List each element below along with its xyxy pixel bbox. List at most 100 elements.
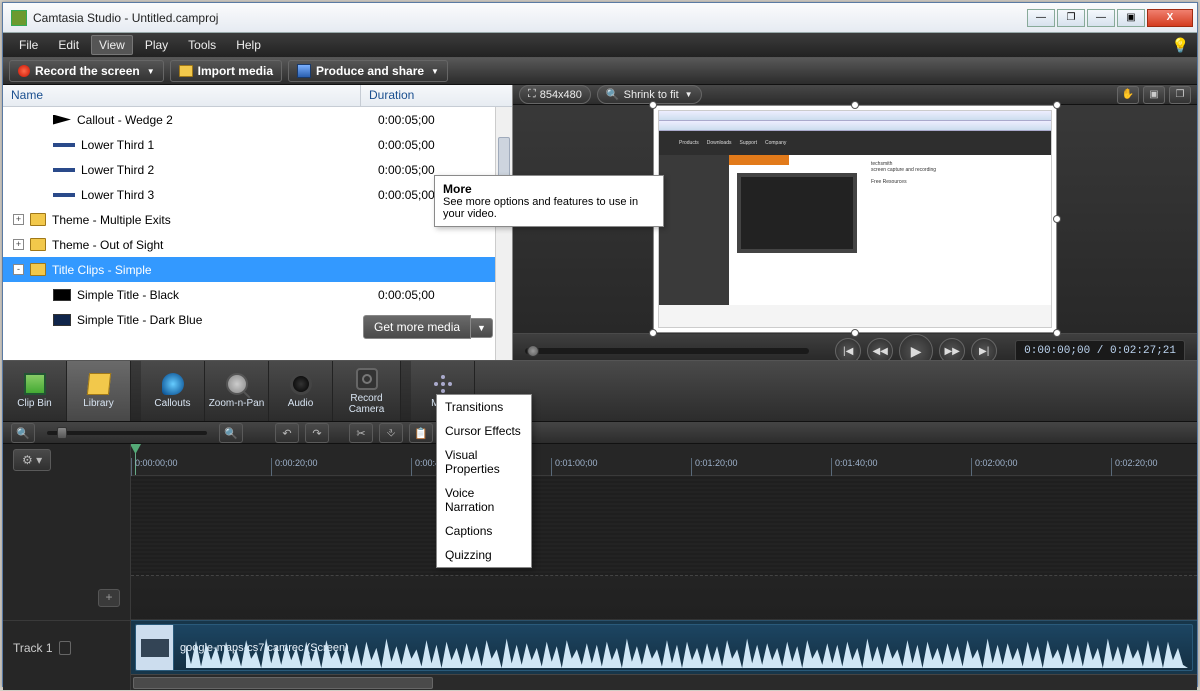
track-row[interactable]: [131, 576, 1197, 620]
restore-button[interactable]: ▣: [1117, 9, 1145, 27]
library-header: Name Duration: [3, 85, 512, 107]
zoom-slider-thumb[interactable]: [57, 427, 67, 439]
timeline-settings-button[interactable]: ⚙ ▾: [13, 449, 51, 471]
get-more-dropdown[interactable]: ▼: [471, 318, 493, 338]
scrollbar-vertical[interactable]: [495, 107, 512, 360]
timeline-tracks[interactable]: 0:00:00;00 0:00:20;00 0:00:40;00 0:01:00…: [131, 444, 1197, 690]
minimize-button[interactable]: —: [1027, 9, 1055, 27]
ruler-mark: 0:01:40;00: [831, 458, 878, 476]
scrubber-thumb[interactable]: [527, 345, 539, 357]
app-icon: [11, 10, 27, 26]
split-button[interactable]: ⎀: [379, 423, 403, 443]
timeline-empty-area[interactable]: [131, 476, 1197, 576]
timeline-clip[interactable]: google-maps-cs7.camrec (Screen): [135, 624, 1193, 671]
list-item[interactable]: Lower Third 10:00:05;00: [3, 132, 512, 157]
menu-edit[interactable]: Edit: [50, 35, 87, 55]
scrollbar-horizontal[interactable]: [131, 674, 1197, 690]
clipbin-icon: [24, 373, 46, 395]
resize-handle[interactable]: [1053, 215, 1061, 223]
ruler-mark: 0:01:20;00: [691, 458, 738, 476]
tab-audio[interactable]: Audio: [269, 361, 333, 421]
camera-icon: [356, 368, 378, 390]
zoom-in-button[interactable]: 🔍: [219, 423, 243, 443]
tab-zoom-pan[interactable]: Zoom-n-Pan: [205, 361, 269, 421]
callout-icon: [53, 115, 71, 125]
menu-view[interactable]: View: [91, 35, 133, 55]
tab-callouts[interactable]: Callouts: [141, 361, 205, 421]
produce-icon: [297, 64, 311, 78]
help-icon[interactable]: 💡: [1172, 37, 1189, 54]
resize-handle[interactable]: [851, 329, 859, 337]
list-item[interactable]: Simple Title - Black0:00:05;00: [3, 282, 512, 307]
zoom-icon: [226, 373, 248, 395]
column-duration[interactable]: Duration: [361, 85, 512, 106]
menu-help[interactable]: Help: [228, 35, 269, 55]
resize-handle[interactable]: [649, 101, 657, 109]
fullscreen-button[interactable]: ▣: [1143, 86, 1165, 104]
menu-file[interactable]: File: [11, 35, 46, 55]
record-icon: [18, 65, 30, 77]
menu-tools[interactable]: Tools: [180, 35, 224, 55]
pan-button[interactable]: ✋: [1117, 86, 1139, 104]
menu-item-voice-narration[interactable]: Voice Narration: [437, 481, 531, 519]
resize-handle[interactable]: [1053, 329, 1061, 337]
menu-item-visual-properties[interactable]: Visual Properties: [437, 443, 531, 481]
expand-icon[interactable]: +: [13, 239, 24, 250]
timeline-tracks-header: ⚙ ▾ + Track 1: [3, 444, 131, 690]
waveform: [186, 637, 1188, 668]
scrollbar-thumb[interactable]: [133, 677, 433, 689]
menu-item-quizzing[interactable]: Quizzing: [437, 543, 531, 567]
tab-record-camera[interactable]: Record Camera: [333, 361, 401, 421]
close-button[interactable]: X: [1147, 9, 1193, 27]
preview-canvas[interactable]: ProductsDownloadsSupportCompany techsmit…: [653, 105, 1057, 333]
zoom-slider[interactable]: [47, 431, 207, 435]
record-screen-button[interactable]: Record the screen ▼: [9, 60, 164, 82]
timeline-ruler[interactable]: 0:00:00;00 0:00:20;00 0:00:40;00 0:01:00…: [131, 444, 1197, 476]
tooltip-body: See more options and features to use in …: [443, 196, 638, 220]
maximize-button[interactable]: ❐: [1057, 9, 1085, 27]
lower-third-icon: [53, 193, 75, 197]
lock-icon[interactable]: [59, 641, 71, 655]
import-media-button[interactable]: Import media: [170, 60, 282, 82]
resize-handle[interactable]: [1053, 101, 1061, 109]
dimensions-button[interactable]: ⛶854x480: [519, 85, 591, 104]
menu-play[interactable]: Play: [137, 35, 176, 55]
ruler-mark: 0:00:20;00: [271, 458, 318, 476]
menu-item-cursor-effects[interactable]: Cursor Effects: [437, 419, 531, 443]
expand-icon[interactable]: +: [13, 214, 24, 225]
cut-button[interactable]: ✂: [349, 423, 373, 443]
tab-library[interactable]: Library: [67, 361, 131, 421]
more-icon: [432, 373, 454, 395]
list-item[interactable]: +Theme - Out of Sight: [3, 232, 512, 257]
title-icon: [53, 314, 71, 326]
produce-label: Produce and share: [316, 64, 424, 78]
produce-share-button[interactable]: Produce and share ▼: [288, 60, 448, 82]
column-name[interactable]: Name: [3, 85, 361, 106]
list-item[interactable]: Callout - Wedge 20:00:05;00: [3, 107, 512, 132]
add-track-button[interactable]: +: [98, 589, 120, 607]
zoom-out-button[interactable]: 🔍: [11, 423, 35, 443]
track-row[interactable]: google-maps-cs7.camrec (Screen): [131, 620, 1197, 674]
expand-icon: ⛶: [528, 88, 536, 101]
timecode-display: 0:00:00;00 / 0:02:27;21: [1015, 340, 1185, 362]
more-dropdown-menu: Transitions Cursor Effects Visual Proper…: [436, 394, 532, 568]
redo-button[interactable]: ↷: [305, 423, 329, 443]
detach-button[interactable]: ❐: [1169, 86, 1191, 104]
scrubber[interactable]: [525, 348, 809, 354]
resize-handle[interactable]: [851, 101, 859, 109]
menu-item-transitions[interactable]: Transitions: [437, 395, 531, 419]
track-label[interactable]: Track 1: [3, 620, 130, 674]
undo-button[interactable]: ↶: [275, 423, 299, 443]
folder-icon: [30, 238, 46, 251]
copy-button[interactable]: 📋: [409, 423, 433, 443]
ruler-mark: 0:02:20;00: [1111, 458, 1158, 476]
tool-tabs: Clip Bin Library Callouts Zoom-n-Pan Aud…: [3, 360, 1197, 422]
get-more-media-button[interactable]: Get more media: [363, 315, 471, 339]
menu-item-captions[interactable]: Captions: [437, 519, 531, 543]
collapse-icon[interactable]: -: [13, 264, 24, 275]
list-item-selected[interactable]: -Title Clips - Simple: [3, 257, 512, 282]
tab-clip-bin[interactable]: Clip Bin: [3, 361, 67, 421]
minimize2-button[interactable]: —: [1087, 9, 1115, 27]
callouts-icon: [162, 373, 184, 395]
resize-handle[interactable]: [649, 329, 657, 337]
